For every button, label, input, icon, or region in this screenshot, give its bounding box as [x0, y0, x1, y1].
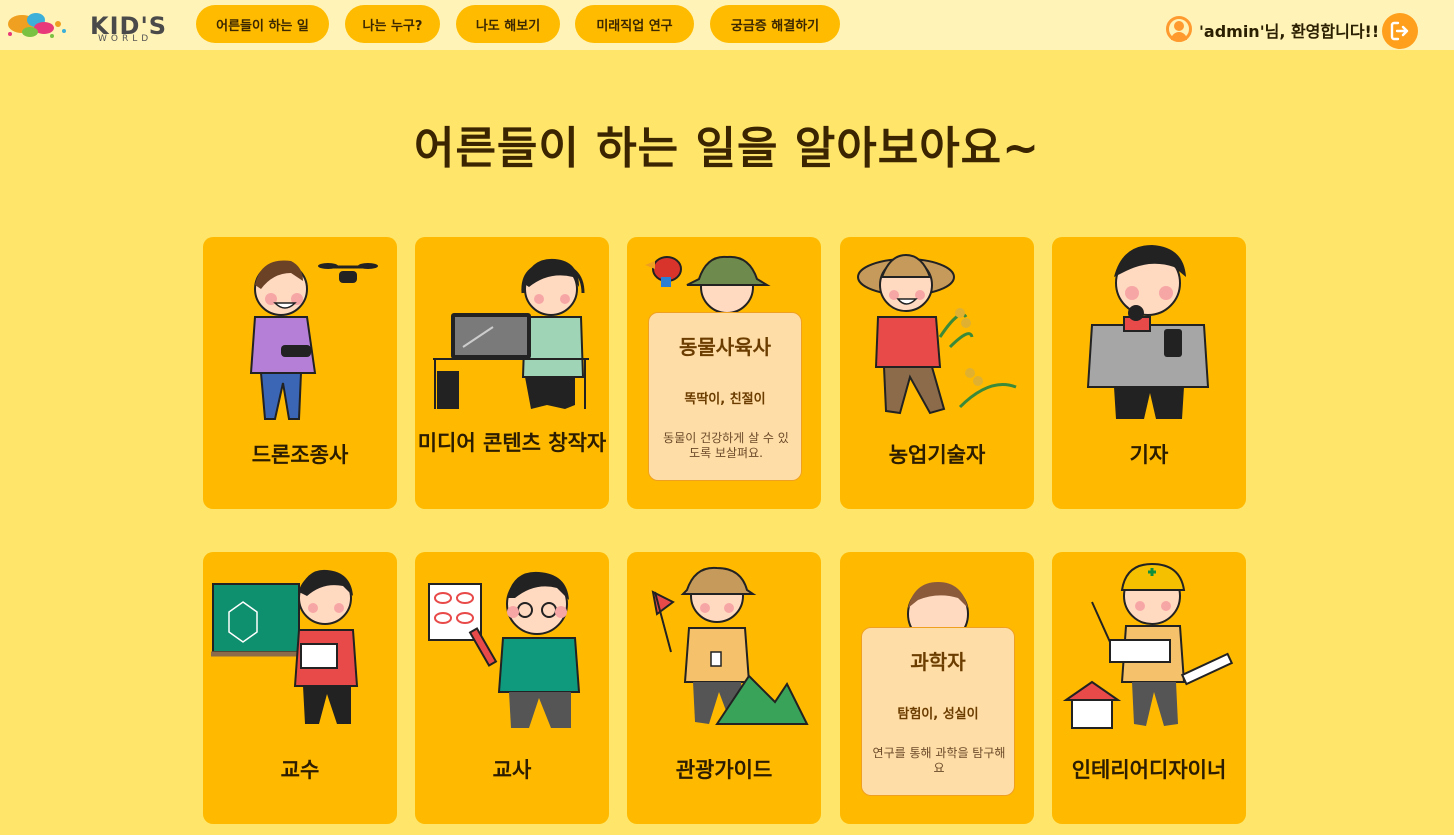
welcome-message: 'admin'님, 환영합니다!! — [1199, 22, 1380, 41]
job-name: 관광가이드 — [675, 758, 773, 782]
logout-icon — [1390, 21, 1409, 41]
job-name: 인테리어디자이너 — [1071, 758, 1227, 782]
media-creator-illustration — [433, 258, 589, 409]
job-name: 농업기술자 — [888, 443, 986, 467]
job-card-journalist[interactable]: 기자 — [1052, 237, 1246, 509]
job-name: 드론조종사 — [251, 443, 349, 467]
logo-subtext: WORLD — [98, 34, 153, 44]
job-card-scientist[interactable]: 과학자 탐험이, 성실이 연구를 통해 과학을 탐구해요 — [840, 552, 1034, 824]
job-name: 미디어 콘텐츠 창작자 — [417, 431, 607, 455]
job-card-teacher[interactable]: 교사 — [415, 552, 609, 824]
job-card-professor[interactable]: 교수 — [203, 552, 397, 824]
job-detail-description: 연구를 통해 과학을 탐구해요 — [872, 746, 1006, 775]
tour-guide-illustration — [651, 566, 809, 725]
job-name: 교수 — [280, 758, 320, 782]
nav-button-questions[interactable]: 궁금증 해결하기 — [710, 5, 840, 43]
job-card-media-creator[interactable]: 미디어 콘텐츠 창작자 — [415, 237, 609, 509]
job-card-interior-designer[interactable]: 인테리어디자이너 — [1052, 552, 1246, 824]
job-detail-popup: 과학자 탐험이, 성실이 연구를 통해 과학을 탐구해요 — [861, 627, 1015, 796]
nav-button-try-it[interactable]: 나도 해보기 — [456, 5, 560, 43]
job-detail-traits: 똑딱이, 친절이 — [684, 392, 766, 407]
job-name: 교사 — [492, 758, 532, 782]
nav-button-who-am-i[interactable]: 나는 누구? — [345, 5, 440, 43]
job-detail-popup: 동물사육사 똑딱이, 친절이 동물이 건강하게 살 수 있도록 보살펴요. — [648, 312, 802, 481]
teacher-illustration — [428, 571, 581, 728]
page-title: 어른들이 하는 일을 알아보아요~ — [413, 123, 1041, 174]
job-detail-title: 동물사육사 — [679, 335, 771, 359]
nav-button-future-jobs[interactable]: 미래직업 연구 — [575, 5, 694, 43]
job-detail-title: 과학자 — [910, 650, 966, 674]
job-detail-traits: 탐험이, 성실이 — [897, 707, 979, 722]
job-card-drone-pilot[interactable]: 드론조종사 — [203, 237, 397, 509]
job-name: 기자 — [1129, 443, 1169, 467]
interior-designer-illustration — [1062, 562, 1234, 729]
farmer-illustration — [857, 253, 1017, 415]
job-card-agricultural-engineer[interactable]: 농업기술자 — [840, 237, 1034, 509]
job-card-tour-guide[interactable]: 관광가이드 — [627, 552, 821, 824]
professor-illustration — [211, 569, 359, 724]
kids-world-logo[interactable]: KID'S WORLD — [0, 4, 185, 46]
drone-pilot-illustration — [249, 260, 378, 420]
logo-splash-icon — [8, 13, 66, 38]
user-profile-icon[interactable] — [1166, 16, 1192, 42]
logout-button[interactable] — [1382, 13, 1418, 49]
nav-button-adults-work[interactable]: 어른들이 하는 일 — [196, 5, 329, 43]
journalist-illustration — [1086, 245, 1210, 419]
job-card-zookeeper[interactable]: 동물사육사 똑딱이, 친절이 동물이 건강하게 살 수 있도록 보살펴요. — [627, 237, 821, 509]
job-detail-description: 동물이 건강하게 살 수 있도록 보살펴요. — [663, 431, 789, 460]
top-navigation-bar: KID'S WORLD 어른들이 하는 일 나는 누구? 나도 해보기 미래직업… — [0, 0, 1454, 50]
